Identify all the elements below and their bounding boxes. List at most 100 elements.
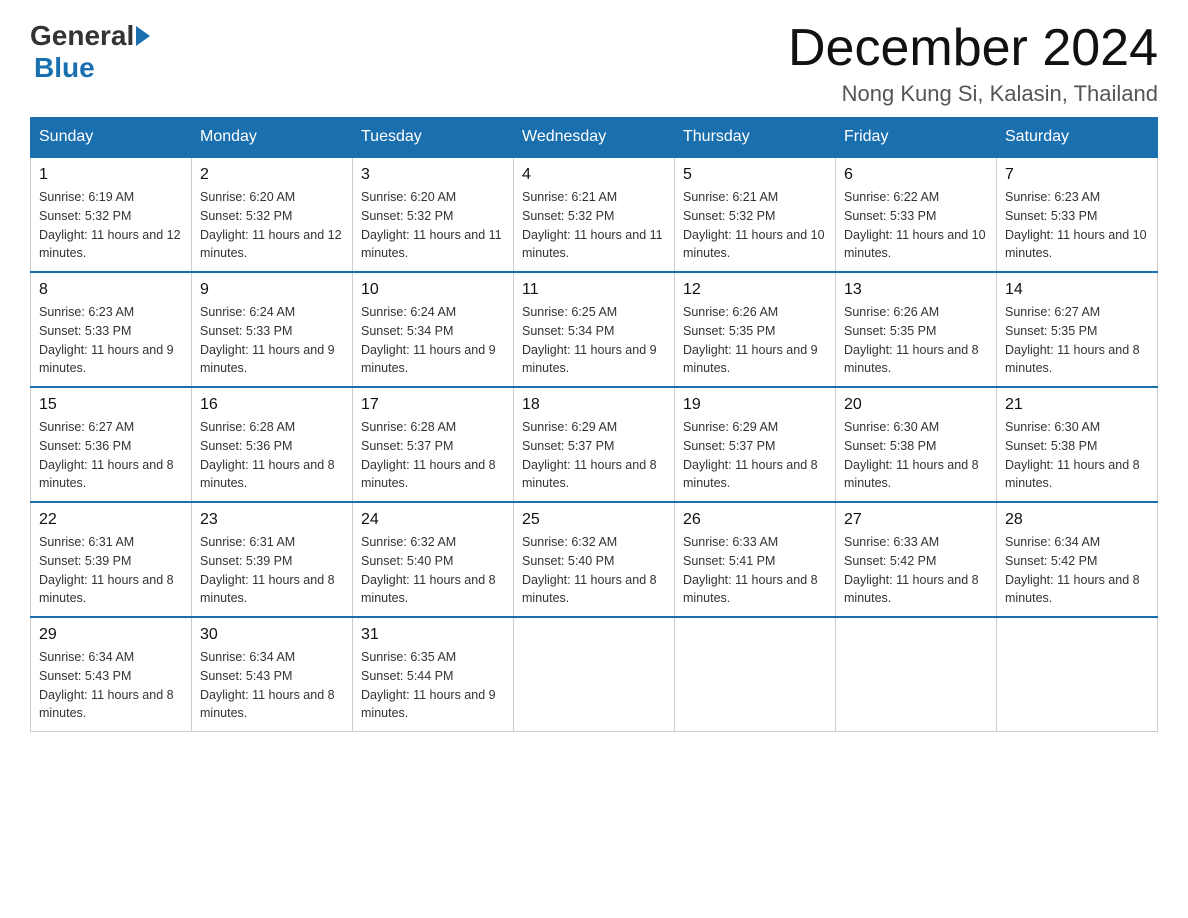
- table-row: 28 Sunrise: 6:34 AMSunset: 5:42 PMDaylig…: [997, 502, 1158, 617]
- logo: General Blue: [30, 20, 152, 84]
- day-info: Sunrise: 6:30 AMSunset: 5:38 PMDaylight:…: [844, 418, 988, 493]
- day-number: 20: [844, 396, 988, 414]
- day-number: 1: [39, 166, 183, 184]
- day-info: Sunrise: 6:25 AMSunset: 5:34 PMDaylight:…: [522, 303, 666, 378]
- logo-arrow-icon: [136, 26, 150, 46]
- day-number: 12: [683, 281, 827, 299]
- table-row: [836, 617, 997, 732]
- day-info: Sunrise: 6:28 AMSunset: 5:36 PMDaylight:…: [200, 418, 344, 493]
- table-row: 18 Sunrise: 6:29 AMSunset: 5:37 PMDaylig…: [514, 387, 675, 502]
- day-info: Sunrise: 6:32 AMSunset: 5:40 PMDaylight:…: [361, 533, 505, 608]
- day-number: 7: [1005, 166, 1149, 184]
- col-header-tuesday: Tuesday: [353, 118, 514, 158]
- title-section: December 2024 Nong Kung Si, Kalasin, Tha…: [788, 20, 1158, 107]
- day-info: Sunrise: 6:26 AMSunset: 5:35 PMDaylight:…: [683, 303, 827, 378]
- day-info: Sunrise: 6:23 AMSunset: 5:33 PMDaylight:…: [1005, 188, 1149, 263]
- day-number: 10: [361, 281, 505, 299]
- day-info: Sunrise: 6:20 AMSunset: 5:32 PMDaylight:…: [361, 188, 505, 263]
- table-row: 5 Sunrise: 6:21 AMSunset: 5:32 PMDayligh…: [675, 157, 836, 272]
- location-subtitle: Nong Kung Si, Kalasin, Thailand: [788, 81, 1158, 107]
- table-row: 14 Sunrise: 6:27 AMSunset: 5:35 PMDaylig…: [997, 272, 1158, 387]
- day-number: 27: [844, 511, 988, 529]
- day-info: Sunrise: 6:35 AMSunset: 5:44 PMDaylight:…: [361, 648, 505, 723]
- table-row: [675, 617, 836, 732]
- table-row: 31 Sunrise: 6:35 AMSunset: 5:44 PMDaylig…: [353, 617, 514, 732]
- day-info: Sunrise: 6:20 AMSunset: 5:32 PMDaylight:…: [200, 188, 344, 263]
- day-info: Sunrise: 6:21 AMSunset: 5:32 PMDaylight:…: [522, 188, 666, 263]
- day-info: Sunrise: 6:33 AMSunset: 5:41 PMDaylight:…: [683, 533, 827, 608]
- calendar-header-row: Sunday Monday Tuesday Wednesday Thursday…: [31, 118, 1158, 158]
- day-number: 6: [844, 166, 988, 184]
- day-number: 31: [361, 626, 505, 644]
- day-number: 2: [200, 166, 344, 184]
- table-row: 7 Sunrise: 6:23 AMSunset: 5:33 PMDayligh…: [997, 157, 1158, 272]
- day-number: 17: [361, 396, 505, 414]
- table-row: 24 Sunrise: 6:32 AMSunset: 5:40 PMDaylig…: [353, 502, 514, 617]
- day-number: 5: [683, 166, 827, 184]
- day-number: 9: [200, 281, 344, 299]
- day-info: Sunrise: 6:34 AMSunset: 5:42 PMDaylight:…: [1005, 533, 1149, 608]
- day-info: Sunrise: 6:28 AMSunset: 5:37 PMDaylight:…: [361, 418, 505, 493]
- day-number: 4: [522, 166, 666, 184]
- table-row: 2 Sunrise: 6:20 AMSunset: 5:32 PMDayligh…: [192, 157, 353, 272]
- table-row: 1 Sunrise: 6:19 AMSunset: 5:32 PMDayligh…: [31, 157, 192, 272]
- day-number: 18: [522, 396, 666, 414]
- calendar-week-row: 15 Sunrise: 6:27 AMSunset: 5:36 PMDaylig…: [31, 387, 1158, 502]
- calendar-week-row: 1 Sunrise: 6:19 AMSunset: 5:32 PMDayligh…: [31, 157, 1158, 272]
- day-info: Sunrise: 6:24 AMSunset: 5:33 PMDaylight:…: [200, 303, 344, 378]
- month-title: December 2024: [788, 20, 1158, 77]
- day-info: Sunrise: 6:34 AMSunset: 5:43 PMDaylight:…: [200, 648, 344, 723]
- day-info: Sunrise: 6:29 AMSunset: 5:37 PMDaylight:…: [522, 418, 666, 493]
- col-header-monday: Monday: [192, 118, 353, 158]
- day-info: Sunrise: 6:27 AMSunset: 5:36 PMDaylight:…: [39, 418, 183, 493]
- day-info: Sunrise: 6:24 AMSunset: 5:34 PMDaylight:…: [361, 303, 505, 378]
- table-row: 26 Sunrise: 6:33 AMSunset: 5:41 PMDaylig…: [675, 502, 836, 617]
- day-number: 16: [200, 396, 344, 414]
- day-number: 23: [200, 511, 344, 529]
- table-row: 10 Sunrise: 6:24 AMSunset: 5:34 PMDaylig…: [353, 272, 514, 387]
- day-info: Sunrise: 6:32 AMSunset: 5:40 PMDaylight:…: [522, 533, 666, 608]
- table-row: 29 Sunrise: 6:34 AMSunset: 5:43 PMDaylig…: [31, 617, 192, 732]
- calendar-week-row: 22 Sunrise: 6:31 AMSunset: 5:39 PMDaylig…: [31, 502, 1158, 617]
- day-info: Sunrise: 6:23 AMSunset: 5:33 PMDaylight:…: [39, 303, 183, 378]
- table-row: 12 Sunrise: 6:26 AMSunset: 5:35 PMDaylig…: [675, 272, 836, 387]
- day-number: 15: [39, 396, 183, 414]
- table-row: 8 Sunrise: 6:23 AMSunset: 5:33 PMDayligh…: [31, 272, 192, 387]
- day-number: 28: [1005, 511, 1149, 529]
- day-number: 25: [522, 511, 666, 529]
- day-info: Sunrise: 6:31 AMSunset: 5:39 PMDaylight:…: [200, 533, 344, 608]
- day-info: Sunrise: 6:33 AMSunset: 5:42 PMDaylight:…: [844, 533, 988, 608]
- day-info: Sunrise: 6:22 AMSunset: 5:33 PMDaylight:…: [844, 188, 988, 263]
- table-row: 16 Sunrise: 6:28 AMSunset: 5:36 PMDaylig…: [192, 387, 353, 502]
- table-row: 20 Sunrise: 6:30 AMSunset: 5:38 PMDaylig…: [836, 387, 997, 502]
- table-row: 17 Sunrise: 6:28 AMSunset: 5:37 PMDaylig…: [353, 387, 514, 502]
- day-number: 24: [361, 511, 505, 529]
- calendar-table: Sunday Monday Tuesday Wednesday Thursday…: [30, 117, 1158, 732]
- day-info: Sunrise: 6:31 AMSunset: 5:39 PMDaylight:…: [39, 533, 183, 608]
- table-row: [997, 617, 1158, 732]
- table-row: 9 Sunrise: 6:24 AMSunset: 5:33 PMDayligh…: [192, 272, 353, 387]
- table-row: 23 Sunrise: 6:31 AMSunset: 5:39 PMDaylig…: [192, 502, 353, 617]
- calendar-week-row: 29 Sunrise: 6:34 AMSunset: 5:43 PMDaylig…: [31, 617, 1158, 732]
- col-header-saturday: Saturday: [997, 118, 1158, 158]
- day-info: Sunrise: 6:26 AMSunset: 5:35 PMDaylight:…: [844, 303, 988, 378]
- logo-blue-text: Blue: [34, 52, 95, 83]
- table-row: 6 Sunrise: 6:22 AMSunset: 5:33 PMDayligh…: [836, 157, 997, 272]
- table-row: 22 Sunrise: 6:31 AMSunset: 5:39 PMDaylig…: [31, 502, 192, 617]
- day-number: 26: [683, 511, 827, 529]
- col-header-sunday: Sunday: [31, 118, 192, 158]
- table-row: 13 Sunrise: 6:26 AMSunset: 5:35 PMDaylig…: [836, 272, 997, 387]
- table-row: 4 Sunrise: 6:21 AMSunset: 5:32 PMDayligh…: [514, 157, 675, 272]
- day-info: Sunrise: 6:34 AMSunset: 5:43 PMDaylight:…: [39, 648, 183, 723]
- day-info: Sunrise: 6:21 AMSunset: 5:32 PMDaylight:…: [683, 188, 827, 263]
- day-number: 22: [39, 511, 183, 529]
- table-row: 27 Sunrise: 6:33 AMSunset: 5:42 PMDaylig…: [836, 502, 997, 617]
- day-number: 19: [683, 396, 827, 414]
- day-number: 11: [522, 281, 666, 299]
- col-header-wednesday: Wednesday: [514, 118, 675, 158]
- calendar-week-row: 8 Sunrise: 6:23 AMSunset: 5:33 PMDayligh…: [31, 272, 1158, 387]
- day-number: 29: [39, 626, 183, 644]
- col-header-thursday: Thursday: [675, 118, 836, 158]
- day-number: 3: [361, 166, 505, 184]
- logo-general-text: General: [30, 20, 134, 52]
